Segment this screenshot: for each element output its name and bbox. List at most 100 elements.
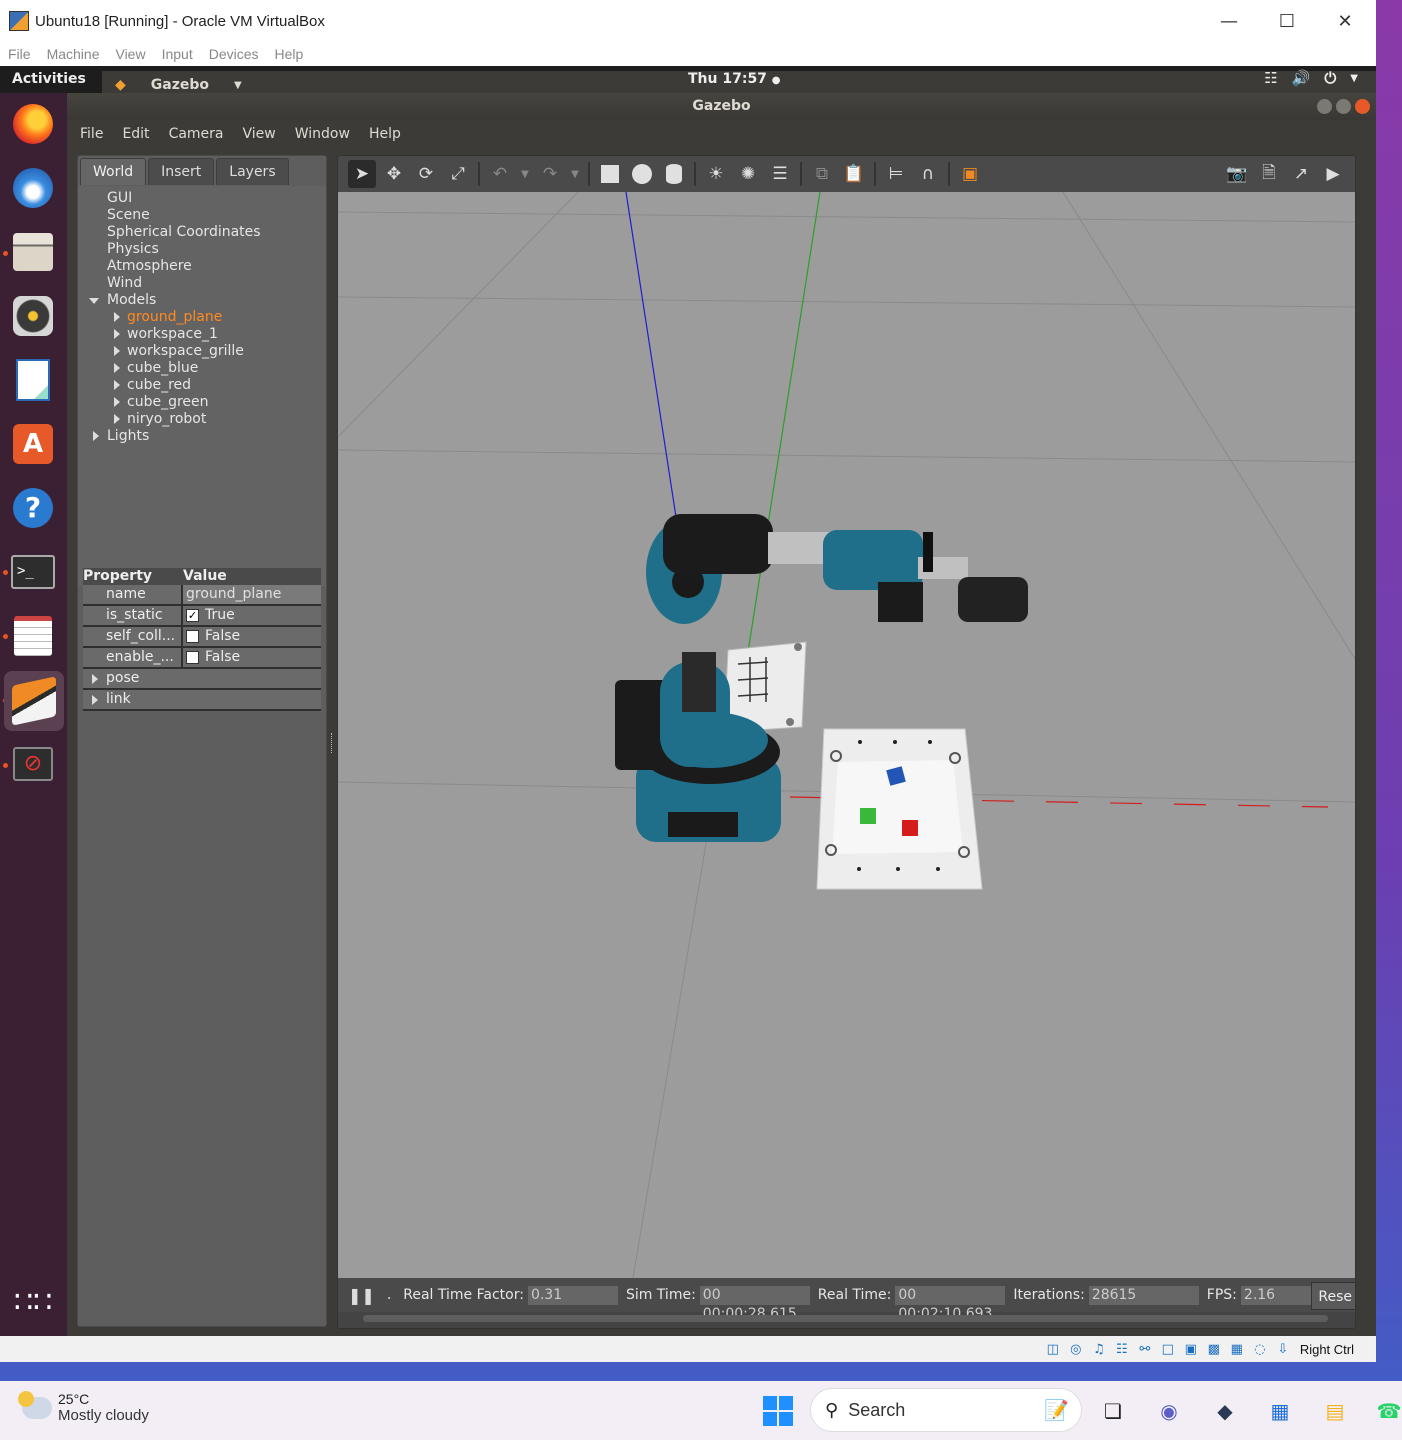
minimize-icon[interactable]: —: [1200, 0, 1258, 42]
point-light-icon[interactable]: ☀: [702, 160, 730, 188]
self-collide-checkbox[interactable]: [186, 630, 199, 643]
collapsed-arrow-icon[interactable]: [114, 363, 120, 373]
view-angle-icon[interactable]: ▣: [956, 160, 984, 188]
3d-scene[interactable]: [338, 191, 1355, 1279]
tree-item-atmosphere[interactable]: Atmosphere: [78, 258, 326, 275]
tree-item-cube-green[interactable]: cube_green: [78, 394, 326, 411]
tree-item-models[interactable]: Models: [78, 292, 326, 309]
blocked-app-icon[interactable]: ⊘: [10, 741, 56, 787]
tree-item-wind[interactable]: Wind: [78, 275, 326, 292]
gz-menu-window[interactable]: Window: [295, 126, 350, 142]
video-record-icon[interactable]: ▶: [1319, 160, 1347, 188]
globe-icon[interactable]: ◌: [1250, 1339, 1270, 1359]
property-group-pose[interactable]: pose: [83, 669, 321, 690]
windows-start-icon[interactable]: [763, 1396, 793, 1426]
sphere-shape-icon[interactable]: [628, 160, 656, 188]
scale-mode-icon[interactable]: ⤢: [444, 160, 472, 188]
collapsed-arrow-icon[interactable]: [114, 380, 120, 390]
rhythmbox-icon[interactable]: [10, 293, 56, 339]
gazebo-icon[interactable]: [4, 671, 64, 731]
chat-icon[interactable]: ◉: [1152, 1394, 1186, 1428]
files-icon[interactable]: [10, 229, 56, 275]
firefox-icon[interactable]: [10, 101, 56, 147]
expanded-arrow-icon[interactable]: [89, 298, 99, 304]
keyboard-capture-icon[interactable]: ⇩: [1273, 1339, 1293, 1359]
hard-disk-icon[interactable]: ◫: [1043, 1339, 1063, 1359]
redo-icon[interactable]: ↷: [536, 160, 564, 188]
recording-icon[interactable]: ▩: [1204, 1339, 1224, 1359]
maximize-icon[interactable]: ☐: [1258, 0, 1316, 42]
chevron-down-icon[interactable]: ▼: [568, 160, 582, 188]
collapsed-arrow-icon[interactable]: [114, 397, 120, 407]
text-editor-icon[interactable]: [10, 613, 56, 659]
spot-light-icon[interactable]: ✺: [734, 160, 762, 188]
file-explorer-icon[interactable]: ▤: [1318, 1394, 1352, 1428]
panel-splitter-handle[interactable]: [331, 733, 333, 753]
collapsed-arrow-icon[interactable]: [114, 346, 120, 356]
directional-light-icon[interactable]: ☰: [766, 160, 794, 188]
cpu-icon[interactable]: ▦: [1227, 1339, 1247, 1359]
clock[interactable]: Thu 17:57 ●: [688, 71, 781, 87]
tree-item-cube-blue[interactable]: cube_blue: [78, 360, 326, 377]
tree-item-cube-red[interactable]: cube_red: [78, 377, 326, 394]
vbox-menu-input[interactable]: Input: [162, 46, 193, 62]
shared-folder-icon[interactable]: □: [1158, 1339, 1178, 1359]
system-tray[interactable]: ☷ 🔊 ⏻ ▼: [1264, 69, 1358, 89]
enable-wind-checkbox[interactable]: [186, 651, 199, 664]
tree-item-lights[interactable]: Lights: [78, 428, 326, 445]
copy-icon[interactable]: ⧉: [808, 160, 836, 188]
tree-item-physics[interactable]: Physics: [78, 241, 326, 258]
terminal-icon[interactable]: >_: [10, 549, 56, 595]
vbox-menu-file[interactable]: File: [8, 46, 31, 62]
gz-menu-file[interactable]: File: [80, 126, 103, 142]
tree-item-gui[interactable]: GUI: [78, 190, 326, 207]
optical-drive-icon[interactable]: ◎: [1066, 1339, 1086, 1359]
tree-item-scene[interactable]: Scene: [78, 207, 326, 224]
reset-time-button[interactable]: Rese: [1311, 1282, 1355, 1310]
tree-item-niryo-robot[interactable]: niryo_robot: [78, 411, 326, 428]
screenshot-icon[interactable]: 📷: [1223, 160, 1251, 188]
select-mode-icon[interactable]: ➤: [348, 160, 376, 188]
gz-menu-help[interactable]: Help: [369, 126, 401, 142]
tab-layers[interactable]: Layers: [216, 158, 289, 185]
close-icon[interactable]: ✕: [1316, 0, 1374, 42]
collapsed-arrow-icon[interactable]: [114, 329, 120, 339]
collapsed-arrow-icon[interactable]: [93, 431, 99, 441]
usb-icon[interactable]: ⚯: [1135, 1339, 1155, 1359]
network-icon[interactable]: ☷: [1112, 1339, 1132, 1359]
translate-mode-icon[interactable]: ✥: [380, 160, 408, 188]
libreoffice-writer-icon[interactable]: [10, 357, 56, 403]
property-value-name[interactable]: ground_plane: [183, 585, 321, 604]
gz-menu-edit[interactable]: Edit: [122, 126, 149, 142]
tab-world[interactable]: World: [80, 158, 147, 185]
software-center-icon[interactable]: A: [10, 421, 56, 467]
weather-widget[interactable]: 25°C Mostly cloudy: [18, 1390, 149, 1424]
app-icon[interactable]: ◆: [1208, 1394, 1242, 1428]
gz-menu-view[interactable]: View: [243, 126, 276, 142]
cylinder-shape-icon[interactable]: [660, 160, 688, 188]
align-icon[interactable]: ⊨: [882, 160, 910, 188]
tree-item-spherical-coordinates[interactable]: Spherical Coordinates: [78, 224, 326, 241]
task-view-icon[interactable]: ❏: [1096, 1394, 1130, 1428]
help-icon[interactable]: ?: [10, 485, 56, 531]
audio-icon[interactable]: ♫: [1089, 1339, 1109, 1359]
gz-menu-camera[interactable]: Camera: [169, 126, 224, 142]
log-icon[interactable]: 🗎: [1255, 160, 1283, 188]
thunderbird-icon[interactable]: [10, 165, 56, 211]
is-static-checkbox[interactable]: ✓: [186, 609, 199, 622]
vbox-menu-view[interactable]: View: [115, 46, 145, 62]
tree-item-workspace-1[interactable]: workspace_1: [78, 326, 326, 343]
close-icon[interactable]: [1355, 99, 1370, 114]
vbox-menu-machine[interactable]: Machine: [47, 46, 100, 62]
pause-button[interactable]: ❚❚: [348, 1286, 375, 1305]
box-shape-icon[interactable]: [596, 160, 624, 188]
show-applications-icon[interactable]: ∷∷: [10, 1279, 56, 1325]
display-icon[interactable]: ▣: [1181, 1339, 1201, 1359]
snap-icon[interactable]: ∩: [914, 160, 942, 188]
paste-icon[interactable]: 📋: [840, 160, 868, 188]
undo-icon[interactable]: ↶: [486, 160, 514, 188]
minimize-icon[interactable]: [1317, 99, 1332, 114]
activities-button[interactable]: Activities: [12, 71, 86, 87]
rotate-mode-icon[interactable]: ⟳: [412, 160, 440, 188]
horizontal-scrollbar[interactable]: [363, 1315, 1328, 1322]
